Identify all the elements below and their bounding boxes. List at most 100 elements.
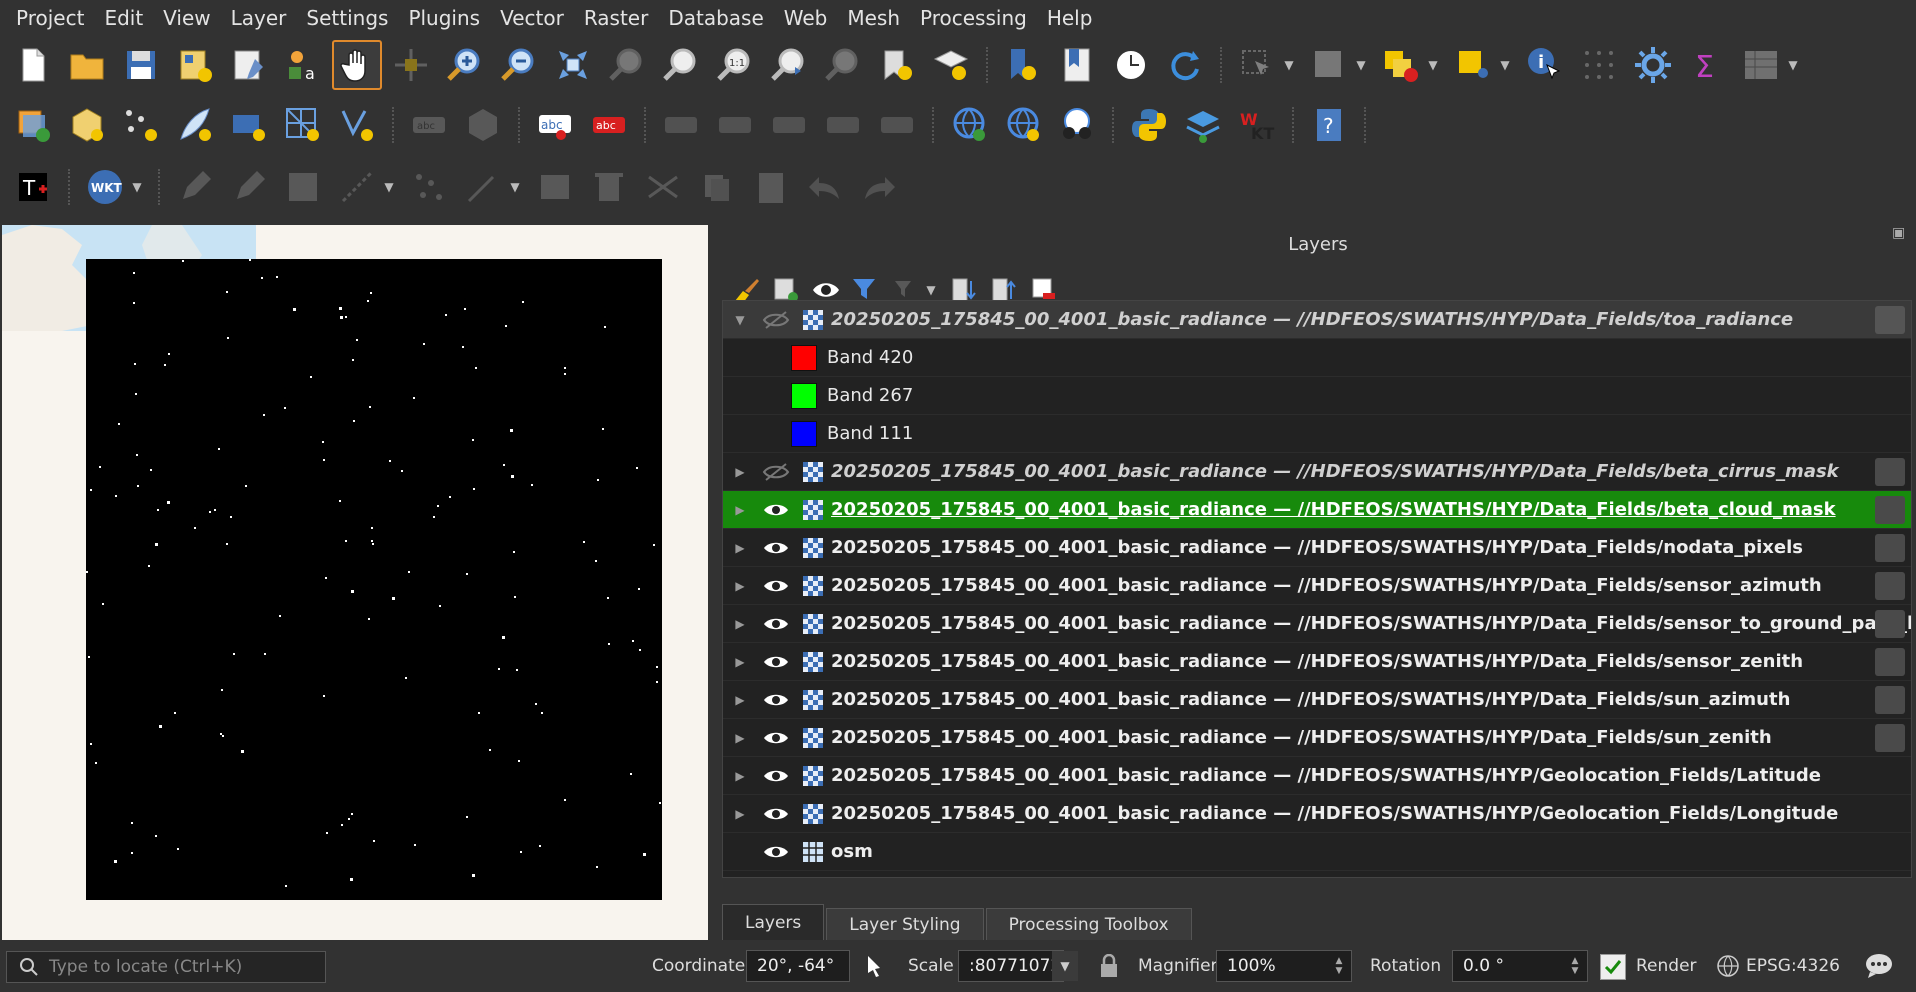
visibility-toggle[interactable]: [757, 690, 795, 710]
current-edits-button[interactable]: [170, 162, 220, 212]
visibility-toggle[interactable]: [757, 500, 795, 520]
locator-input[interactable]: Type to locate (Ctrl+K): [6, 951, 326, 983]
paste-features-button[interactable]: [746, 162, 796, 212]
layer-row[interactable]: ▶ 20250205_175845_00_4001_basic_radiance…: [723, 567, 1911, 605]
new-project-button[interactable]: [8, 40, 58, 90]
new-temp-layer-button[interactable]: [116, 100, 166, 150]
refresh-button[interactable]: [1160, 40, 1210, 90]
tab-layer-styling[interactable]: Layer Styling: [826, 908, 984, 940]
visibility-toggle[interactable]: [757, 462, 795, 482]
expand-icon[interactable]: ▶: [723, 541, 757, 555]
metasearch-button[interactable]: [998, 100, 1048, 150]
zoom-last-button[interactable]: [764, 40, 814, 90]
data-source-manager-button[interactable]: [8, 100, 58, 150]
layer-indicator-button[interactable]: [1875, 648, 1905, 676]
zoom-full-button[interactable]: [548, 40, 598, 90]
delete-selected-button[interactable]: [584, 162, 634, 212]
wkt-dropdown-arrow[interactable]: ▼: [130, 177, 144, 197]
scale-field[interactable]: :80771072: [958, 950, 1064, 982]
deselect-all-button[interactable]: [1376, 40, 1426, 90]
expand-icon[interactable]: ▶: [723, 617, 757, 631]
visibility-toggle[interactable]: [757, 728, 795, 748]
new-mesh-layer-button[interactable]: [278, 100, 328, 150]
measure-button[interactable]: [1574, 40, 1624, 90]
save-project-button[interactable]: [116, 40, 166, 90]
select-by-value-button[interactable]: [1304, 40, 1354, 90]
wkt-plugin-button[interactable]: W KT: [1232, 100, 1282, 150]
change-label-button[interactable]: [872, 100, 922, 150]
select-location-dropdown-arrow[interactable]: ▼: [1498, 55, 1512, 75]
expand-icon[interactable]: ▶: [723, 503, 757, 517]
select-value-dropdown-arrow[interactable]: ▼: [1354, 55, 1368, 75]
zoom-in-button[interactable]: [440, 40, 490, 90]
digitize-dropdown-arrow[interactable]: ▼: [382, 177, 396, 197]
vertex-dropdown-arrow[interactable]: ▼: [508, 177, 522, 197]
vertex-tool-button[interactable]: [404, 162, 454, 212]
menu-raster[interactable]: Raster: [574, 0, 659, 36]
layer-labeling-button[interactable]: abc: [530, 100, 580, 150]
cut-features-button[interactable]: [638, 162, 688, 212]
label-tool-button[interactable]: abc: [404, 100, 454, 150]
tab-processing-toolbox[interactable]: Processing Toolbox: [985, 908, 1192, 940]
expand-icon[interactable]: ▶: [723, 579, 757, 593]
coordinate-field[interactable]: 20°, -64°: [746, 950, 850, 982]
toggle-editing-button[interactable]: [224, 162, 274, 212]
redo-button[interactable]: [854, 162, 904, 212]
text-plus-button[interactable]: T: [8, 162, 58, 212]
menu-settings[interactable]: Settings: [296, 0, 398, 36]
layer-row[interactable]: ▶ 20250205_175845_00_4001_basic_radiance…: [723, 795, 1911, 833]
expand-icon[interactable]: ▶: [723, 807, 757, 821]
expand-icon[interactable]: ▶: [723, 655, 757, 669]
mouse-coordinate-icon[interactable]: [860, 952, 888, 980]
panel-splitter[interactable]: [708, 225, 720, 940]
layer-row[interactable]: ▶ 20250205_175845_00_4001_basic_radiance…: [723, 605, 1911, 643]
select-location-button[interactable]: [1448, 40, 1498, 90]
open-project-button[interactable]: [62, 40, 112, 90]
new-geopackage-button[interactable]: [62, 100, 112, 150]
pan-map-button[interactable]: [332, 40, 382, 90]
help-button[interactable]: ?: [1304, 100, 1354, 150]
attribute-table-dropdown-arrow[interactable]: ▼: [1786, 55, 1800, 75]
pin-labels-button[interactable]: [656, 100, 706, 150]
layer-indicator-button[interactable]: [1875, 306, 1905, 334]
crs-globe-icon[interactable]: [1716, 954, 1740, 978]
menu-vector[interactable]: Vector: [490, 0, 574, 36]
magnifier-spinner[interactable]: ▲ ▼: [1330, 951, 1348, 981]
layout-manager-button[interactable]: [224, 40, 274, 90]
zoom-out-button[interactable]: [494, 40, 544, 90]
zoom-to-layer-button[interactable]: [656, 40, 706, 90]
new-virtual-layer-button[interactable]: [224, 100, 274, 150]
deselect-dropdown-arrow[interactable]: ▼: [1426, 55, 1440, 75]
layer-row[interactable]: ▶ 20250205_175845_00_4001_basic_radiance…: [723, 719, 1911, 757]
new-bookmark-button[interactable]: [998, 40, 1048, 90]
digitize-line-button[interactable]: [332, 162, 382, 212]
layer-indicator-button[interactable]: [1875, 686, 1905, 714]
menu-mesh[interactable]: Mesh: [837, 0, 910, 36]
settings-button[interactable]: [1628, 40, 1678, 90]
raster-plugin-button[interactable]: [1178, 100, 1228, 150]
vertex-editor-button[interactable]: [458, 162, 508, 212]
layer-row[interactable]: ▶ 20250205_175845_00_4001_basic_radiance…: [723, 453, 1911, 491]
layer-row[interactable]: osm: [723, 833, 1911, 871]
attribute-table-button[interactable]: [1736, 40, 1786, 90]
visibility-toggle[interactable]: [757, 576, 795, 596]
statistics-button[interactable]: Σ: [1682, 40, 1732, 90]
menu-web[interactable]: Web: [774, 0, 838, 36]
layer-indicator-button[interactable]: [1875, 572, 1905, 600]
visibility-toggle[interactable]: [757, 310, 795, 330]
layer-row-selected[interactable]: ▶ 20250205_175845_00_4001_basic_radiance…: [723, 491, 1911, 529]
show-labels-button[interactable]: [710, 100, 760, 150]
show-bookmarks-panel-button[interactable]: [1052, 40, 1102, 90]
messages-icon[interactable]: [1864, 952, 1894, 980]
menu-processing[interactable]: Processing: [910, 0, 1037, 36]
metasearch-panel-button[interactable]: [1052, 100, 1102, 150]
menu-view[interactable]: View: [153, 0, 220, 36]
undo-button[interactable]: [800, 162, 850, 212]
menu-plugins[interactable]: Plugins: [398, 0, 490, 36]
collapse-icon[interactable]: ▼: [723, 313, 757, 327]
menu-help[interactable]: Help: [1037, 0, 1103, 36]
layer-row[interactable]: ▶ 20250205_175845_00_4001_basic_radiance…: [723, 643, 1911, 681]
pan-to-selection-button[interactable]: [386, 40, 436, 90]
label-3d-button[interactable]: [458, 100, 508, 150]
layer-row[interactable]: ▶ 20250205_175845_00_4001_basic_radiance…: [723, 529, 1911, 567]
